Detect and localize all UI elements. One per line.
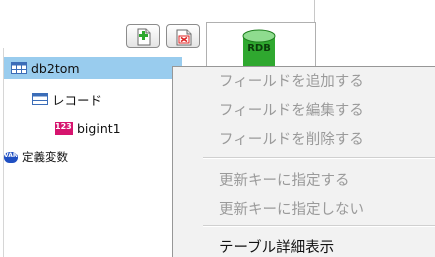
panel-divider <box>314 0 315 22</box>
menu-separator <box>203 157 435 159</box>
menu-item-delete-field[interactable]: フィールドを削除する <box>219 128 364 149</box>
tree-node-label: 定義変数 <box>22 150 68 164</box>
database-panel: RDB <box>206 22 316 72</box>
integer-column-icon: 123 <box>55 121 73 135</box>
tree-node-label: bigint1 <box>77 120 121 136</box>
record-icon <box>32 93 48 105</box>
context-menu: フィールドを追加する フィールドを編集する フィールドを削除する 更新キーに指定… <box>172 66 435 257</box>
menu-item-set-update-key[interactable]: 更新キーに指定する <box>219 169 350 190</box>
menu-item-unset-update-key[interactable]: 更新キーに指定しない <box>219 198 364 219</box>
delete-file-icon <box>176 29 192 46</box>
tree-view[interactable]: db2tom レコード 123 bigint1 VAR 定義変数 <box>3 48 182 257</box>
tree-node-record[interactable]: レコード <box>32 88 102 110</box>
tree-node-label: db2tom <box>31 60 80 76</box>
menu-item-edit-field[interactable]: フィールドを編集する <box>219 99 364 120</box>
tree-node-column[interactable]: 123 bigint1 <box>55 117 121 139</box>
tree-node-table[interactable]: db2tom <box>4 57 182 79</box>
table-icon <box>11 62 27 74</box>
database-label: RDB <box>247 43 271 54</box>
menu-item-table-details[interactable]: テーブル詳細表示 <box>219 236 334 257</box>
delete-field-button[interactable] <box>166 24 200 48</box>
variable-icon: VAR <box>4 151 18 163</box>
add-field-button[interactable] <box>126 24 160 48</box>
menu-separator <box>203 225 435 227</box>
tree-node-label: レコード <box>52 92 103 108</box>
add-file-icon <box>137 28 151 46</box>
tree-node-variables[interactable]: VAR 定義変数 <box>4 146 68 168</box>
menu-item-add-field[interactable]: フィールドを追加する <box>219 70 364 91</box>
